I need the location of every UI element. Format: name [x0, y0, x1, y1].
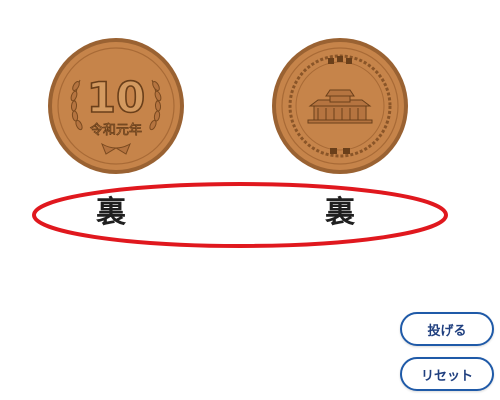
coin-era-text: 令和元年: [90, 123, 142, 138]
coin-denomination: 10: [87, 73, 145, 122]
reset-button[interactable]: リセット: [400, 357, 494, 391]
throw-button[interactable]: 投げる: [400, 312, 494, 346]
result-ellipse: [32, 182, 448, 248]
result-right-label: 裏: [325, 195, 355, 230]
result-left-label: 裏: [96, 195, 126, 230]
coin-right-back: [272, 38, 408, 174]
coin-left-front: 10 令和元年: [48, 38, 184, 174]
